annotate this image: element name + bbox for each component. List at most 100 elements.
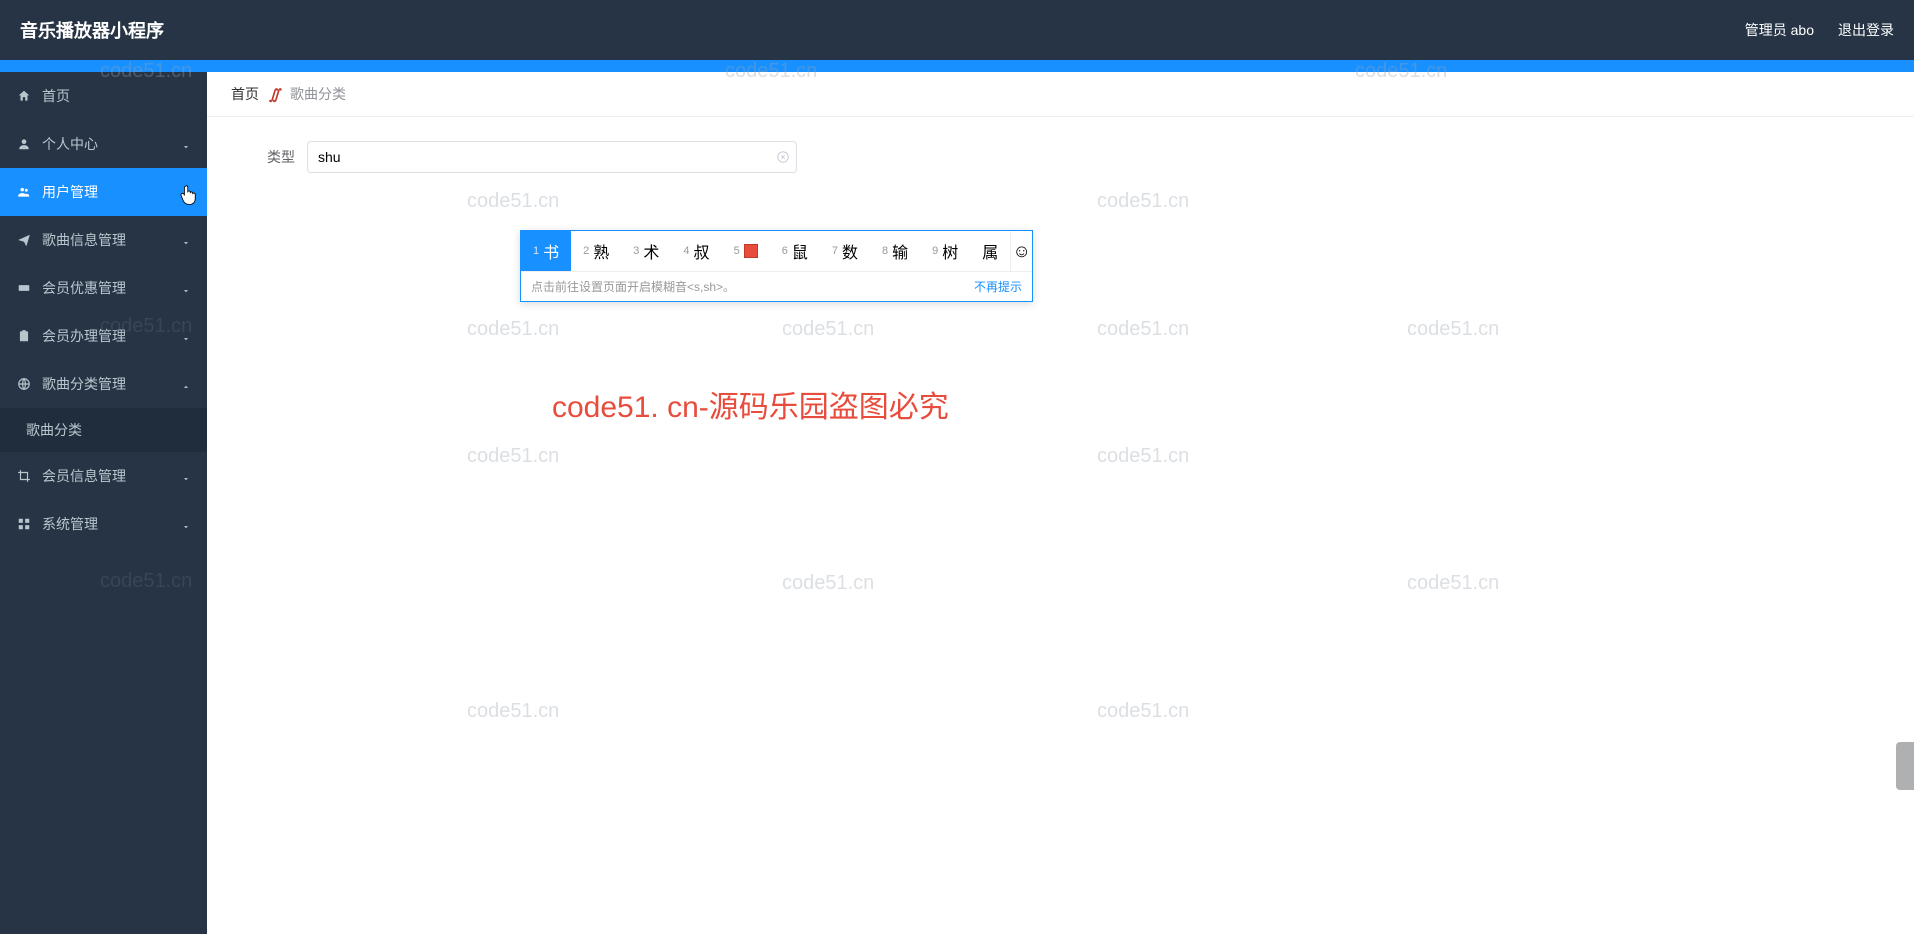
accent-bar xyxy=(0,60,1914,72)
sidebar-item-user-mgmt[interactable]: 用户管理 xyxy=(0,168,207,216)
ime-num: 6 xyxy=(782,245,788,257)
sidebar-item-label: 会员办理管理 xyxy=(42,326,126,346)
ime-candidate-2[interactable]: 2 熟 xyxy=(571,231,621,271)
sidebar-item-label: 会员优惠管理 xyxy=(42,278,126,298)
ime-num: 9 xyxy=(932,245,938,257)
chevron-down-icon xyxy=(181,283,191,293)
emoji-icon[interactable]: ☺ xyxy=(1010,231,1032,271)
grid-icon xyxy=(16,516,32,532)
sidebar: 首页 个人中心 用户管理 歌曲信息管理 xyxy=(0,72,207,934)
sidebar-item-label: 歌曲分类管理 xyxy=(42,374,126,394)
ime-char: 输 xyxy=(892,239,908,263)
sidebar-item-label: 会员信息管理 xyxy=(42,466,126,486)
watermark: code51.cn xyxy=(782,572,874,595)
app-title: 音乐播放器小程序 xyxy=(20,17,164,43)
sidebar-item-member-discount[interactable]: 会员优惠管理 xyxy=(0,264,207,312)
ime-char: 属 xyxy=(982,239,998,263)
ime-candidate-5[interactable]: 5 xyxy=(722,231,770,271)
form-area: 类型 xyxy=(207,117,1914,197)
globe-icon xyxy=(16,376,32,392)
watermark: code51.cn xyxy=(467,700,559,723)
header-bar: 音乐播放器小程序 管理员 abo 退出登录 xyxy=(0,0,1914,60)
ime-char: 书 xyxy=(543,239,559,263)
ime-num: 8 xyxy=(882,245,888,257)
sidebar-item-label: 系统管理 xyxy=(42,514,98,534)
ime-candidate-1[interactable]: 1 书 xyxy=(521,231,571,271)
home-icon xyxy=(16,88,32,104)
breadcrumb: 首页 ∬ 歌曲分类 xyxy=(207,72,1914,117)
ime-red-block-icon xyxy=(744,244,758,258)
ime-char: 数 xyxy=(842,239,858,263)
ime-char: 树 xyxy=(942,239,958,263)
ime-candidate-row: 1 书 2 熟 3 术 4 叔 5 xyxy=(521,231,1032,271)
form-row-type: 类型 xyxy=(255,141,1866,173)
ime-candidate-8[interactable]: 8 输 xyxy=(870,231,920,271)
chevron-down-icon xyxy=(181,139,191,149)
watermark: code51.cn xyxy=(467,445,559,468)
ime-num: 2 xyxy=(583,245,589,257)
users-icon xyxy=(16,184,32,200)
sidebar-item-member-info[interactable]: 会员信息管理 xyxy=(0,452,207,500)
chevron-down-icon xyxy=(181,331,191,341)
sidebar-item-home[interactable]: 首页 xyxy=(0,72,207,120)
breadcrumb-sep-icon: ∬ xyxy=(269,86,280,103)
type-label: 类型 xyxy=(255,147,295,167)
chevron-down-icon xyxy=(181,519,191,529)
ime-hint-text[interactable]: 点击前往设置页面开启模糊音<s,sh>。 xyxy=(531,278,735,295)
scroll-tab[interactable] xyxy=(1896,742,1914,790)
ime-char: 鼠 xyxy=(792,239,808,263)
ime-char: 熟 xyxy=(593,239,609,263)
ime-char: 术 xyxy=(643,239,659,263)
watermark: code51.cn xyxy=(782,318,874,341)
ticket-icon xyxy=(16,280,32,296)
ime-candidate-6[interactable]: 6 鼠 xyxy=(770,231,820,271)
sidebar-item-song-info[interactable]: 歌曲信息管理 xyxy=(0,216,207,264)
ime-dismiss-link[interactable]: 不再提示 xyxy=(974,278,1022,295)
clear-icon[interactable] xyxy=(775,149,791,165)
watermark: code51.cn xyxy=(1407,318,1499,341)
breadcrumb-home[interactable]: 首页 xyxy=(231,84,259,104)
watermark: code51.cn xyxy=(1097,445,1189,468)
watermark: code51.cn xyxy=(1097,318,1189,341)
admin-user-link[interactable]: 管理员 abo xyxy=(1745,20,1814,40)
main-content: 首页 ∬ 歌曲分类 类型 1 书 2 熟 xyxy=(207,72,1914,934)
logout-link[interactable]: 退出登录 xyxy=(1838,20,1894,40)
sidebar-sub-song-category[interactable]: 歌曲分类 xyxy=(0,408,207,452)
ime-panel: 1 书 2 熟 3 术 4 叔 5 xyxy=(520,230,1033,302)
sidebar-item-system[interactable]: 系统管理 xyxy=(0,500,207,548)
type-input[interactable] xyxy=(307,141,797,173)
sidebar-item-label: 首页 xyxy=(42,86,70,106)
header-actions: 管理员 abo 退出登录 xyxy=(1745,20,1894,40)
ime-num: 7 xyxy=(832,245,838,257)
chevron-up-icon xyxy=(181,379,191,389)
ime-num: 4 xyxy=(683,245,689,257)
watermark: code51.cn xyxy=(1407,572,1499,595)
sidebar-item-label: 歌曲信息管理 xyxy=(42,230,126,250)
chevron-down-icon xyxy=(181,471,191,481)
ime-num: 5 xyxy=(734,245,740,257)
sidebar-item-profile[interactable]: 个人中心 xyxy=(0,120,207,168)
breadcrumb-current: 歌曲分类 xyxy=(290,84,346,104)
send-icon xyxy=(16,232,32,248)
ime-num: 3 xyxy=(633,245,639,257)
clipboard-icon xyxy=(16,328,32,344)
ime-hint-bar: 点击前往设置页面开启模糊音<s,sh>。 不再提示 xyxy=(521,271,1032,301)
user-icon xyxy=(16,136,32,152)
watermark: code51.cn xyxy=(1097,700,1189,723)
sidebar-item-song-category[interactable]: 歌曲分类管理 xyxy=(0,360,207,408)
sidebar-item-label: 用户管理 xyxy=(42,182,98,202)
chevron-down-icon xyxy=(181,187,191,197)
ime-candidate-more[interactable]: 属 xyxy=(970,231,1010,271)
ime-num: 1 xyxy=(533,245,539,257)
ime-candidate-3[interactable]: 3 术 xyxy=(621,231,671,271)
ime-candidate-9[interactable]: 9 树 xyxy=(920,231,970,271)
watermark: code51.cn xyxy=(467,318,559,341)
ime-char: 叔 xyxy=(694,239,710,263)
watermark-big: code51. cn-源码乐园盗图必究 xyxy=(552,382,949,426)
ime-candidate-7[interactable]: 7 数 xyxy=(820,231,870,271)
sidebar-item-label: 个人中心 xyxy=(42,134,98,154)
sidebar-item-member-process[interactable]: 会员办理管理 xyxy=(0,312,207,360)
crop-icon xyxy=(16,468,32,484)
ime-candidate-4[interactable]: 4 叔 xyxy=(671,231,721,271)
chevron-down-icon xyxy=(181,235,191,245)
